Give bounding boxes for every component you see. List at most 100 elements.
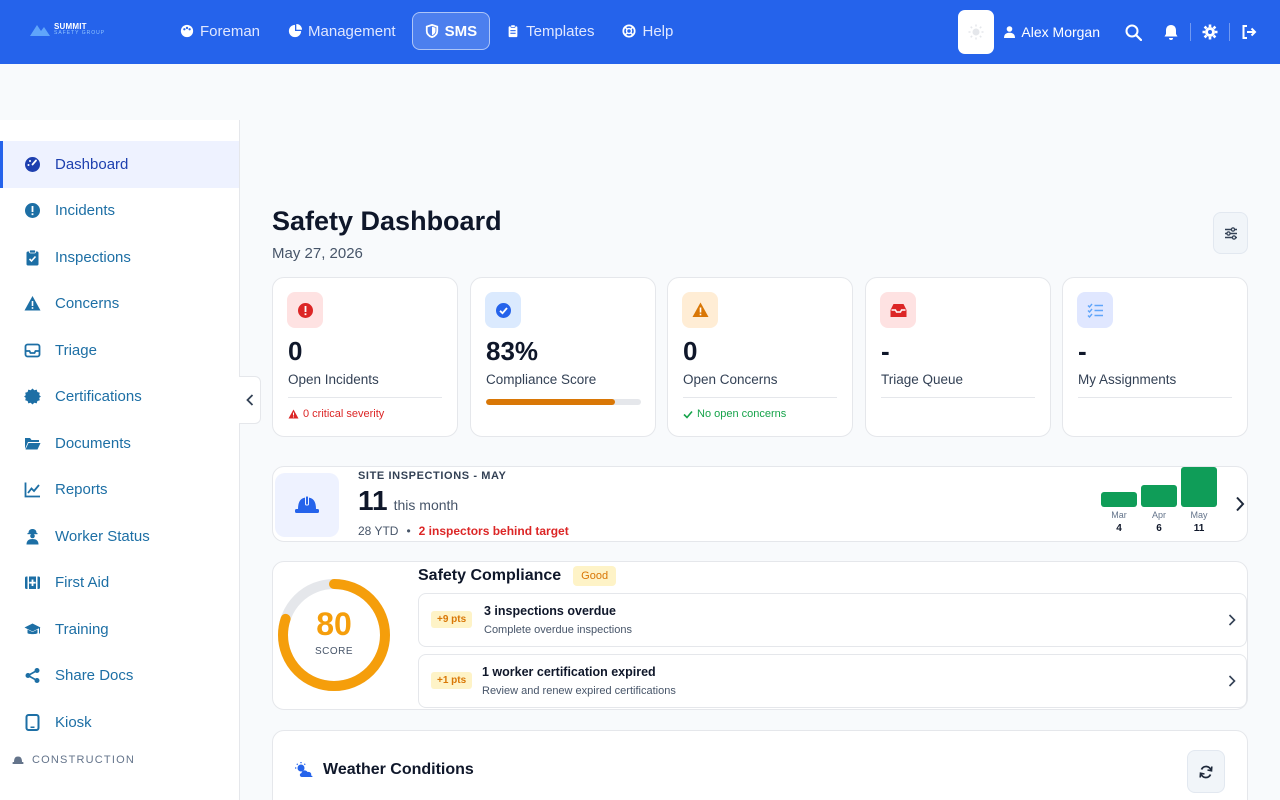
bar-month-label: Apr [1151,510,1166,520]
bar-month-label: May [1190,510,1208,520]
sliders-icon [1224,226,1237,240]
nav-sms[interactable]: SMS [411,12,491,50]
inspections-count-unit: this month [393,497,459,513]
compliance-progress-bar [486,399,641,405]
card-icon-wrap [682,292,718,328]
nav-help[interactable]: Help [610,12,685,50]
nav-label: Foreman [200,22,261,40]
sidebar-item-concerns[interactable]: Concerns [0,281,239,328]
sidebar-item-incidents[interactable]: Incidents [0,188,239,235]
stat-card-triage-queue[interactable]: - Triage Queue [865,277,1051,437]
site-inspections-panel[interactable]: SITE INSPECTIONS - MAY 11 this month 28 … [272,466,1248,542]
card-value: 83% [486,336,539,366]
sidebar-item-label: Training [55,620,109,638]
sidebar-item-share-docs[interactable]: Share Docs [0,653,239,700]
search-icon [1125,24,1142,41]
refresh-icon [1199,765,1213,778]
inbox-icon [890,303,906,317]
inspections-warning: 2 inspectors behind target [418,524,569,538]
user-name: Alex Morgan [1021,24,1100,40]
weather-panel: Weather Conditions [272,730,1248,800]
stat-card-compliance-score[interactable]: 83% Compliance Score [470,277,656,437]
chevron-right-icon [1228,675,1236,687]
toolbar-separator [1190,23,1191,41]
stat-card-my-assignments[interactable]: - My Assignments [1062,277,1248,437]
sidebar-item-documents[interactable]: Documents [0,420,239,467]
nav-foreman[interactable]: Foreman [168,12,272,50]
check-circle-icon [495,302,511,318]
warning-icon [288,409,299,419]
sidebar-collapse-button[interactable] [239,376,261,424]
theme-toggle-button[interactable] [958,10,995,54]
chevron-right-icon[interactable] [1235,496,1245,512]
inspection-bar [1101,492,1137,507]
card-value: - [1078,336,1087,366]
inspection-bar [1141,485,1177,507]
card-label: Compliance Score [486,372,597,387]
search-button[interactable] [1124,23,1142,41]
top-nav: Foreman Management SMS Templates Help [168,12,685,50]
user-menu[interactable]: Alex Morgan [1004,24,1100,40]
logout-button[interactable] [1240,23,1258,41]
card-label: Open Concerns [683,372,778,387]
sidebar-item-worker-status[interactable]: Worker Status [0,513,239,560]
bar-value-label: 11 [1193,523,1205,534]
weather-refresh-button[interactable] [1187,750,1225,793]
page-title: Safety Dashboard [272,206,502,236]
sidebar-item-certifications[interactable]: Certifications [0,374,239,421]
bar-month-label: Mar [1111,510,1127,520]
compliance-item-points: +9 pts [431,611,473,628]
stat-card-open-concerns[interactable]: 0 Open Concerns No open concerns [667,277,853,437]
palette-icon [180,24,194,38]
compliance-item[interactable]: +9 pts 3 inspections overdue Complete ov… [418,593,1247,647]
bar-value-label: 6 [1156,523,1162,534]
inspection-icon-wrap [275,473,339,537]
sidebar-section-label: CONSTRUCTION [32,753,136,766]
weather-header: Weather Conditions [295,761,474,779]
sidebar-item-label: Concerns [55,295,120,313]
tablet-icon [25,713,40,731]
nav-templates[interactable]: Templates [494,12,606,50]
sidebar-item-first-aid[interactable]: First Aid [0,560,239,607]
card-divider [683,397,837,398]
sidebar-item-training[interactable]: Training [0,606,239,653]
weather-title: Weather Conditions [323,761,474,778]
compliance-item-subtitle: Complete overdue inspections [484,624,632,636]
card-footnote-text: 0 critical severity [303,408,385,420]
nav-label: Management [308,22,396,40]
sidebar-item-kiosk[interactable]: Kiosk [0,699,239,746]
sidebar-item-dashboard[interactable]: Dashboard [0,141,239,188]
compliance-header: Safety Compliance Good [418,566,617,586]
settings-button[interactable] [1201,23,1219,41]
inspections-ytd: 28 YTD [358,524,399,538]
graduation-cap-icon [24,623,41,634]
bar-column: Mar 4 [1101,467,1137,534]
nav-management[interactable]: Management [276,12,408,50]
bar-value-label: 4 [1116,523,1122,534]
card-footnote: 0 critical severity [288,408,384,420]
sidebar-item-triage[interactable]: Triage [0,327,239,374]
brand-logo[interactable]: SUMMIT SAFETY GROUP [30,22,105,36]
sidebar-item-inspections[interactable]: Inspections [0,234,239,281]
safety-compliance-panel: 80 SCORE Safety Compliance Good +9 pts 3… [272,561,1248,710]
brand-subtitle: SAFETY GROUP [54,29,106,36]
bell-icon [1164,24,1178,40]
card-label: Triage Queue [881,372,964,387]
dashboard-customize-button[interactable] [1213,212,1248,254]
sidebar-item-reports[interactable]: Reports [0,467,239,514]
notifications-button[interactable] [1162,23,1180,41]
worker-icon [26,528,39,545]
sidebar: Dashboard Incidents Inspections Concerns… [0,120,240,800]
inspections-mini-chart: Mar 4 Apr 6 May 11 [1101,467,1217,534]
sidebar-item-label: Reports [55,481,108,499]
card-footnote: No open concerns [683,408,786,420]
first-aid-icon [25,576,40,590]
card-icon-wrap [485,292,521,328]
sidebar-item-label: Certifications [55,388,142,406]
compliance-item-title: 1 worker certification expired [482,665,656,679]
stat-card-open-incidents[interactable]: 0 Open Incidents 0 critical severity [272,277,458,437]
pie-chart-icon [288,24,303,38]
compliance-item[interactable]: +1 pts 1 worker certification expired Re… [418,654,1247,708]
chart-line-icon [24,482,40,498]
sun-icon [968,24,984,40]
